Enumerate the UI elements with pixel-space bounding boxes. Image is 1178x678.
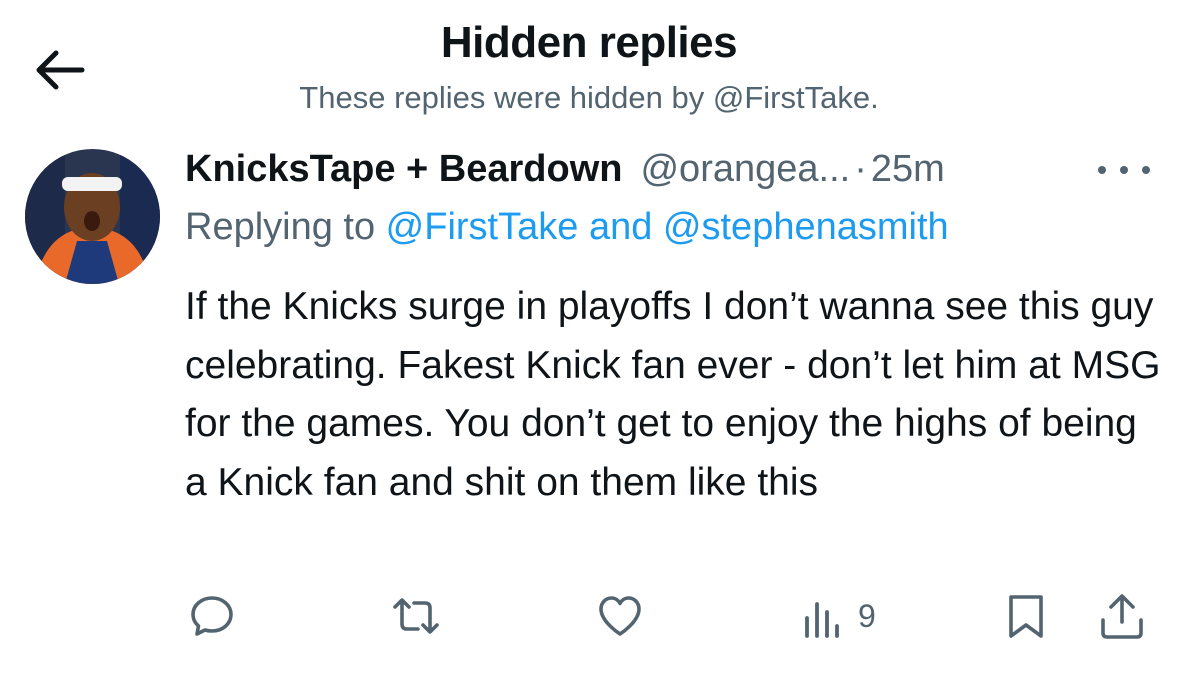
analytics-icon (805, 602, 839, 638)
reply-icon (191, 596, 233, 636)
heart-icon (599, 596, 641, 636)
mention-stephenasmith[interactable]: @stephenasmith (663, 206, 949, 248)
replying-to: Replying to @FirstTake and @stephenasmit… (185, 206, 949, 249)
retweet-button[interactable] (392, 588, 440, 644)
mention-firsttake[interactable]: @FirstTake (386, 206, 579, 248)
replying-and[interactable]: and (578, 206, 663, 248)
like-button[interactable] (596, 588, 644, 644)
separator-dot: · (854, 148, 867, 190)
bookmark-icon (1009, 595, 1043, 638)
tweet-meta: KnicksTape + Beardown @orangea... · 25m (185, 148, 945, 194)
display-name[interactable]: KnicksTape + Beardown (185, 148, 622, 191)
share-icon (1101, 594, 1143, 639)
views-button[interactable]: 9 (800, 588, 876, 644)
user-handle[interactable]: @orangea... (640, 148, 850, 191)
page-title: Hidden replies (440, 18, 738, 67)
tweet-actions: 9 (0, 588, 1178, 648)
tweet-time[interactable]: 25m (871, 148, 945, 191)
avatar-image (25, 149, 160, 284)
more-options-button[interactable] (1098, 152, 1150, 188)
retweet-icon (393, 598, 439, 634)
reply-button[interactable] (188, 588, 236, 644)
tweet-text: If the Knicks surge in playoffs I don’t … (185, 285, 1161, 504)
replying-prefix: Replying to (185, 206, 386, 248)
share-button[interactable] (1098, 588, 1146, 644)
bookmark-button[interactable] (1002, 588, 1050, 644)
views-count: 9 (858, 597, 876, 634)
page-subtitle: These replies were hidden by @FirstTake. (299, 80, 879, 115)
more-dots-icon (1098, 166, 1106, 174)
page-header: Hidden replies These replies were hidden… (0, 0, 1178, 130)
avatar[interactable] (25, 149, 160, 284)
